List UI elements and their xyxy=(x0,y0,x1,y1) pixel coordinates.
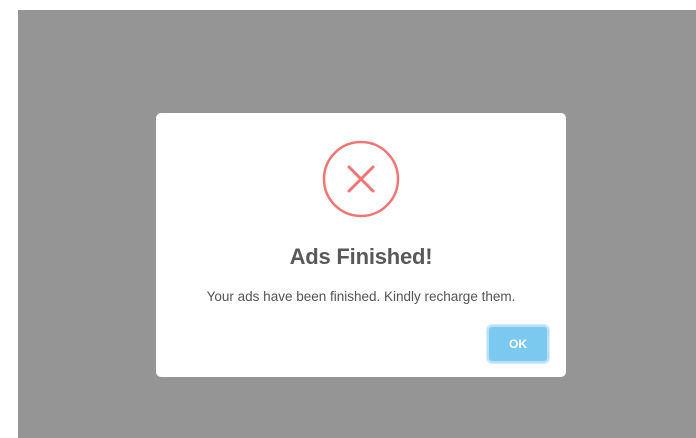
ok-button[interactable]: OK xyxy=(487,325,549,363)
alert-dialog: Ads Finished! Your ads have been finishe… xyxy=(156,113,566,377)
dialog-message: Your ads have been finished. Kindly rech… xyxy=(206,289,516,304)
error-x-circle-icon xyxy=(322,140,400,218)
dialog-title: Ads Finished! xyxy=(289,244,433,269)
